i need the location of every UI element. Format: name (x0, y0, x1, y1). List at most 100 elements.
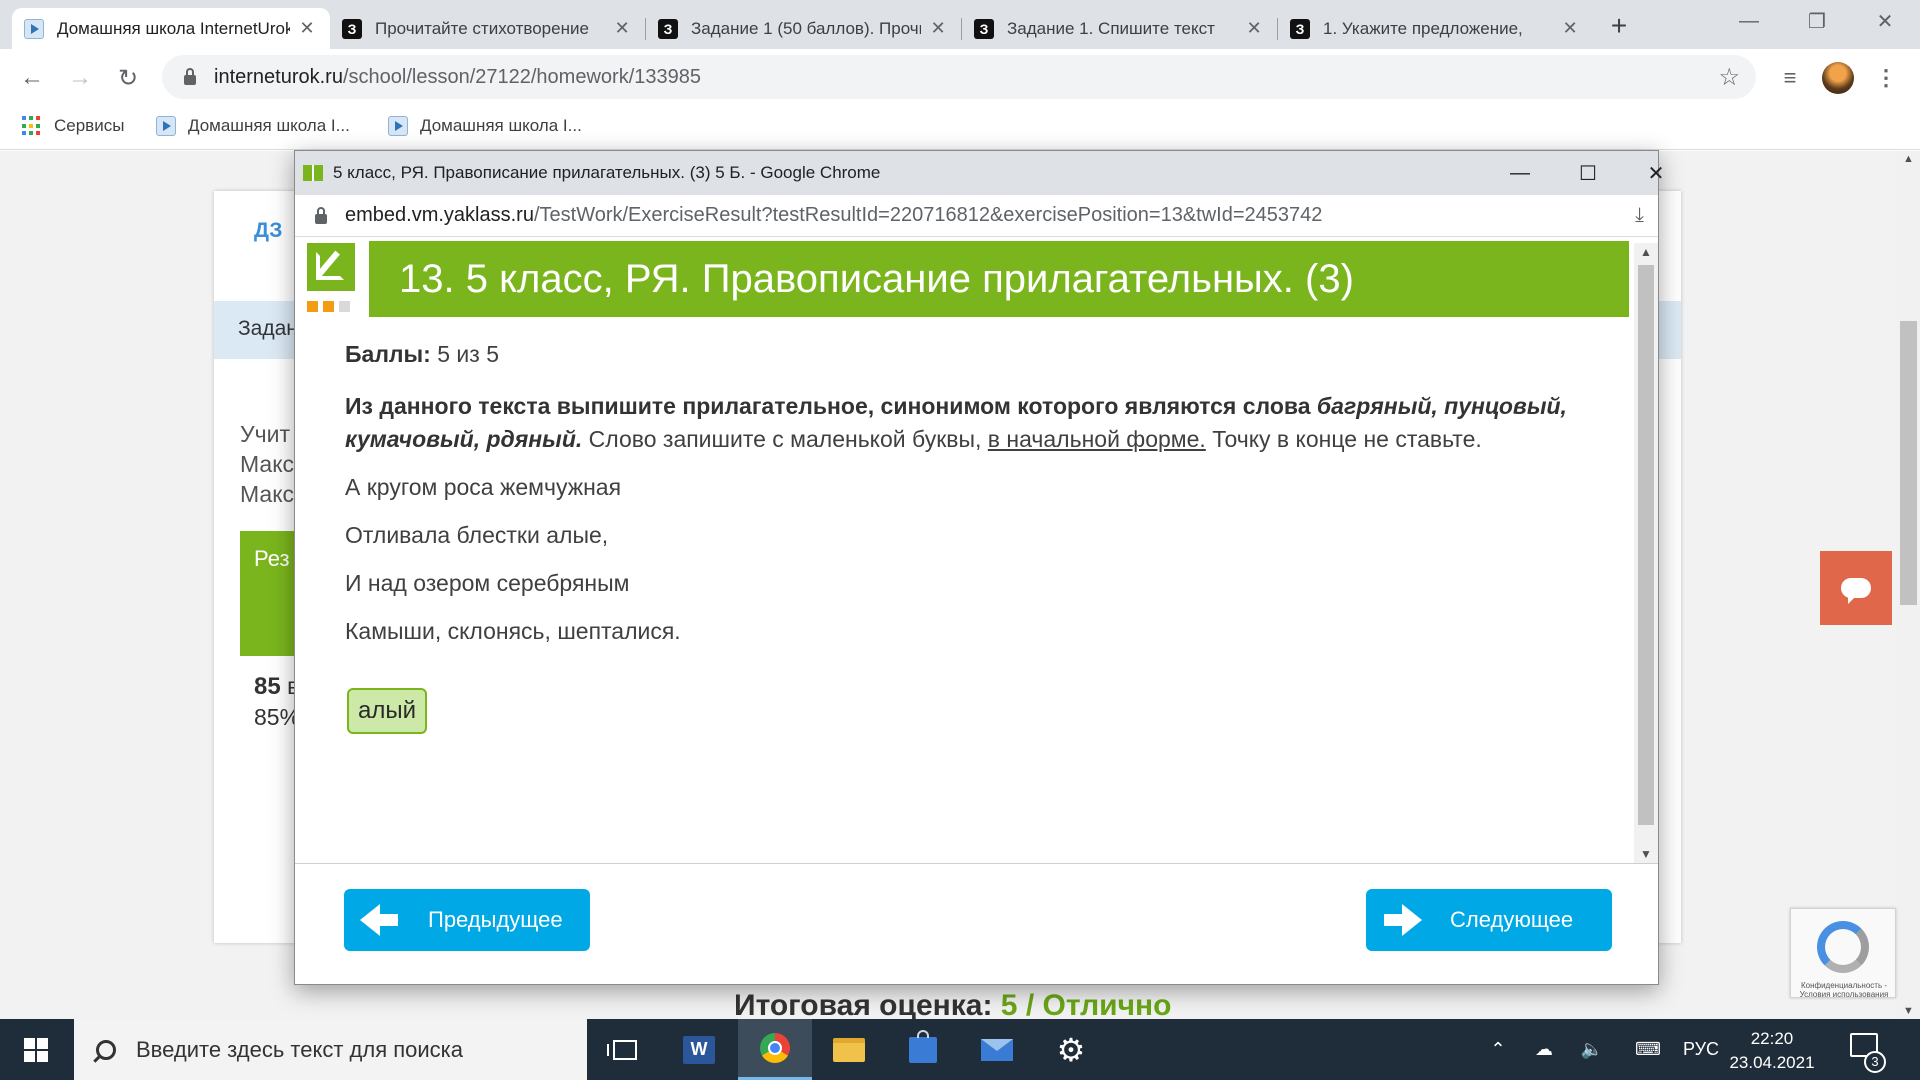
minimize-icon[interactable]: — (1715, 0, 1783, 42)
store-icon (909, 1029, 937, 1063)
language-indicator[interactable]: РУС (1680, 1019, 1722, 1080)
onedrive-cloud-icon[interactable]: ☁ (1526, 1019, 1562, 1080)
znanija-favicon-icon: З (974, 18, 994, 39)
explorer-app[interactable] (812, 1019, 886, 1080)
tab-interneturok[interactable]: Домашняя школа InternetUrok ✕ (12, 8, 330, 49)
tab-znanija-2[interactable]: З Задание 1 (50 баллов). Прочитайте ✕ (646, 8, 961, 49)
tab-znanija-1[interactable]: З Прочитайте стихотворение ✕ (330, 8, 645, 49)
page-scrollbar[interactable]: ▲ ▼ (1897, 151, 1920, 1019)
task-view-icon (607, 1039, 637, 1060)
notification-count: 3 (1864, 1051, 1886, 1073)
tab-title: Задание 1 (50 баллов). Прочитайте (691, 18, 921, 38)
back-arrow-icon[interactable]: ← (14, 60, 50, 96)
chevron-up-icon[interactable]: ⌃ (1482, 1019, 1514, 1080)
score-line: Баллы: 5 из 5 (345, 341, 500, 367)
popup-minimize-icon[interactable]: — (1486, 151, 1554, 195)
tab-znanija-3[interactable]: З Задание 1. Спишите текст ✕ (962, 8, 1277, 49)
folder-icon (833, 1037, 865, 1062)
taskbar-search[interactable]: Введите здесь текст для поиска (74, 1019, 587, 1080)
word-icon: W (683, 1035, 715, 1064)
mail-app[interactable] (960, 1019, 1034, 1080)
task-view-button[interactable] (588, 1019, 662, 1080)
close-tab-icon[interactable]: ✕ (1559, 18, 1581, 39)
bookmark-star-icon[interactable]: ☆ (1718, 63, 1740, 92)
restore-icon[interactable]: ❐ (1783, 0, 1851, 42)
close-tab-icon[interactable]: ✕ (927, 18, 949, 39)
interneturok-favicon-icon (156, 116, 176, 136)
close-tab-icon[interactable]: ✕ (296, 18, 318, 39)
profile-avatar[interactable] (1820, 60, 1856, 96)
forward-arrow-icon[interactable]: → (62, 60, 98, 96)
tab-title: Домашняя школа InternetUrok (57, 18, 291, 38)
bookmark-label: Домашняя школа I... (188, 116, 350, 135)
result-panel: Рез (240, 531, 300, 656)
chrome-app[interactable] (738, 1019, 812, 1080)
close-window-icon[interactable]: ✕ (1851, 0, 1919, 42)
lock-icon (315, 206, 327, 224)
scroll-down-arrow-icon[interactable]: ▼ (1897, 1005, 1920, 1017)
word-app[interactable]: W (662, 1019, 736, 1080)
tab-title: Прочитайте стихотворение (375, 18, 589, 38)
start-button[interactable] (0, 1019, 72, 1080)
scroll-down-arrow-icon[interactable]: ▼ (1634, 847, 1658, 861)
clock[interactable]: 22:20 23.04.2021 (1722, 1027, 1822, 1075)
next-button[interactable]: Следующее (1366, 889, 1612, 951)
previous-button-label: Предыдущее (428, 907, 563, 932)
znanija-favicon-icon: З (658, 18, 678, 39)
znanija-favicon-icon: З (342, 18, 362, 39)
scroll-thumb[interactable] (1638, 265, 1654, 825)
poem-line: Отливала блестки алые, (345, 522, 609, 548)
download-icon[interactable]: ⤓ (1635, 204, 1644, 227)
interneturok-favicon-icon (388, 116, 408, 136)
scroll-up-arrow-icon[interactable]: ▲ (1897, 153, 1920, 165)
next-button-label: Следующее (1450, 907, 1574, 932)
scroll-thumb[interactable] (1900, 321, 1917, 605)
keyboard-icon[interactable]: ⌨ (1628, 1019, 1668, 1080)
final-grade: Итоговая оценка: 5 / Отлично (734, 989, 1172, 1022)
lock-icon (184, 68, 196, 85)
dz-tab-label[interactable]: ДЗ (254, 219, 282, 243)
exercise-title: 13. 5 класс, РЯ. Правописание прилагател… (399, 256, 1354, 301)
media-control-icon[interactable]: ≡ (1772, 60, 1808, 96)
store-app[interactable] (886, 1019, 960, 1080)
settings-app[interactable]: ⚙ (1034, 1019, 1108, 1080)
close-tab-icon[interactable]: ✕ (611, 18, 633, 39)
exercise-banner: 13. 5 класс, РЯ. Правописание прилагател… (369, 241, 1629, 317)
tab-title: Задание 1. Спишите текст (1007, 18, 1215, 38)
question-text: Из данного текста выпишите прилагательно… (345, 393, 1567, 452)
chrome-icon (760, 1033, 790, 1063)
recaptcha-icon (1817, 921, 1869, 973)
search-icon (96, 1039, 116, 1060)
taskbar: Введите здесь текст для поиска W ⚙ ⌃ ☁ 🔈… (0, 1019, 1920, 1080)
chat-button[interactable] (1820, 551, 1892, 625)
bookmark-home-school-1[interactable]: Домашняя школа I... (156, 116, 350, 136)
bookmark-home-school-2[interactable]: Домашняя школа I... (388, 116, 582, 136)
tab-title: 1. Укажите предложение, (1323, 18, 1523, 38)
close-tab-icon[interactable]: ✕ (1243, 18, 1265, 39)
tab-znanija-4[interactable]: З 1. Укажите предложение, ✕ (1278, 8, 1593, 49)
mail-icon (981, 1038, 1013, 1061)
pencil-icon (307, 243, 355, 291)
popup-close-icon[interactable]: ✕ (1622, 151, 1690, 195)
recaptcha-badge[interactable]: Конфиденциальность - Условия использован… (1790, 908, 1896, 999)
bookmark-services[interactable]: Сервисы (22, 116, 124, 136)
popup-scrollbar[interactable]: ▲ ▼ (1634, 243, 1658, 863)
scroll-up-arrow-icon[interactable]: ▲ (1634, 245, 1658, 259)
recaptcha-text: Конфиденциальность - Условия использован… (1799, 981, 1889, 999)
new-tab-plus-icon[interactable]: + (1604, 10, 1634, 42)
address-url: interneturok.ru/school/lesson/27122/home… (214, 65, 701, 88)
bookmarks-bar: Сервисы Домашняя школа I... Домашняя шко… (0, 107, 1920, 150)
previous-button[interactable]: Предыдущее (344, 889, 590, 951)
reload-icon[interactable]: ↻ (110, 60, 146, 96)
clock-date: 23.04.2021 (1729, 1053, 1815, 1072)
popup-window-title: 5 класс, РЯ. Правописание прилагательных… (333, 163, 881, 182)
popup-address-bar: embed.vm.yaklass.ru/TestWork/ExerciseRes… (295, 195, 1658, 237)
address-bar[interactable]: interneturok.ru/school/lesson/27122/home… (162, 55, 1756, 99)
answer-chip: алый (347, 688, 428, 734)
bookmark-label: Домашняя школа I... (420, 116, 582, 135)
yaklass-logo (307, 243, 359, 313)
popup-maximize-icon[interactable]: ☐ (1554, 151, 1622, 195)
chat-bubble-icon (1841, 578, 1871, 604)
volume-icon[interactable]: 🔈 (1574, 1019, 1610, 1080)
menu-kebab-icon[interactable]: ⋮ (1868, 60, 1904, 96)
